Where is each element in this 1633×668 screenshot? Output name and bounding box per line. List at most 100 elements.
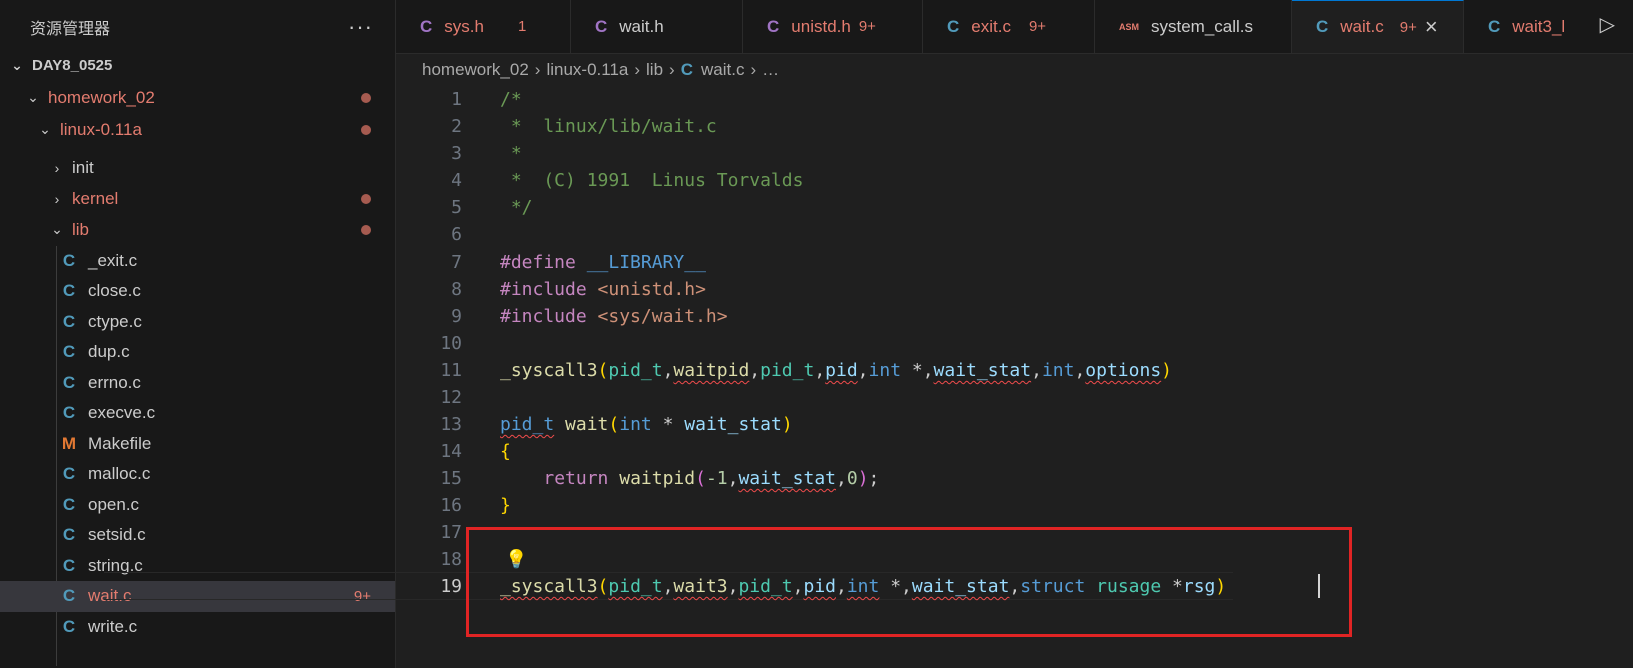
line-number: 19 — [440, 576, 462, 597]
line-number: 6 — [451, 224, 462, 245]
explorer-title: 资源管理器 — [30, 21, 111, 38]
file-item[interactable]: C _exit.c — [0, 245, 395, 276]
file-label: execve.c — [88, 403, 156, 422]
tab-problem-badge: 9+ — [858, 18, 876, 35]
tab-label: system_call.s — [1151, 16, 1254, 36]
close-icon[interactable]: × — [1425, 14, 1438, 40]
code-line-2: * linux/lib/wait.c — [500, 116, 717, 137]
c-file-icon: C — [62, 403, 76, 422]
modified-dot-icon — [361, 124, 371, 135]
file-item[interactable]: Csetsid.c — [0, 520, 395, 551]
c-file-icon: C — [62, 250, 76, 270]
explorer-header: 资源管理器 ··· — [0, 0, 395, 54]
breadcrumb-item[interactable]: wait.c — [701, 60, 744, 80]
line-number: 8 — [451, 279, 462, 300]
tree-folder-label: init — [72, 157, 94, 177]
tab-sys-h[interactable]: C sys.h 1 — [396, 0, 571, 53]
chevron-right-icon: › — [54, 190, 60, 207]
chevron-down-icon: ⌄ — [11, 57, 23, 73]
breadcrumb-item[interactable]: lib — [646, 60, 663, 80]
tree-folder-kernel[interactable]: › kernel — [0, 183, 395, 214]
file-item[interactable]: Copen.c — [0, 489, 395, 520]
line-number: 13 — [440, 414, 462, 435]
c-header-file-icon: C — [420, 16, 433, 36]
c-file-icon: C — [1488, 16, 1501, 36]
chevron-down-icon: ⌄ — [39, 121, 51, 137]
c-file-icon: C — [62, 281, 76, 300]
file-item[interactable]: M Makefile — [0, 428, 395, 459]
c-file-icon: C — [62, 372, 76, 392]
c-file-icon: C — [947, 16, 960, 36]
file-label: Makefile — [88, 433, 152, 453]
file-label: close.c — [88, 281, 141, 300]
code-line-7: #define __LIBRARY__ — [500, 252, 706, 273]
chevron-down-icon: ⌄ — [51, 221, 63, 237]
file-item[interactable]: Cexecve.c — [0, 398, 395, 429]
tree-folder-init[interactable]: › init — [0, 152, 395, 183]
code-line-14: { — [500, 441, 511, 462]
file-label: dup.c — [88, 342, 130, 361]
tab-label: wait.c — [1340, 17, 1384, 36]
breadcrumb-item[interactable]: linux-0.11a — [546, 60, 628, 80]
tab-problem-badge: 9+ — [1399, 18, 1417, 36]
line-number: 12 — [440, 387, 462, 408]
code-line-8: #include <unistd.h> — [500, 279, 706, 300]
file-item[interactable]: Cerrno.c — [0, 367, 395, 398]
line-number: 1 — [451, 89, 462, 110]
line-number: 9 — [451, 306, 462, 327]
chevron-down-icon: ⌄ — [27, 89, 39, 105]
file-item[interactable]: Cwrite.c — [0, 611, 395, 642]
tree-folder-label: homework_02 — [48, 87, 155, 107]
chevron-right-icon: › — [534, 60, 541, 79]
c-header-file-icon: C — [595, 16, 608, 36]
breadcrumb-item[interactable]: homework_02 — [422, 60, 529, 80]
modified-dot-icon — [361, 224, 371, 235]
c-file-icon: C — [62, 586, 76, 605]
modified-dot-icon — [361, 92, 371, 103]
breadcrumb-more[interactable]: … — [762, 60, 779, 80]
file-item[interactable]: Cdup.c — [0, 337, 395, 368]
c-file-icon: C — [62, 525, 76, 544]
tab-unistd-h[interactable]: C unistd.h 9+ — [743, 0, 923, 53]
c-header-file-icon: C — [767, 16, 780, 36]
code-line-9: #include <sys/wait.h> — [500, 306, 728, 327]
tree-folder-label: lib — [72, 219, 90, 239]
run-debug-icon[interactable]: ▷ — [1595, 12, 1619, 37]
code-line-13: pid_t wait(int * wait_stat) — [500, 414, 793, 435]
chevron-right-icon: › — [669, 60, 675, 79]
c-file-icon: C — [62, 494, 76, 514]
tree-folder-label: linux-0.11a — [60, 119, 142, 139]
line-number: 2 — [451, 116, 462, 137]
tree-folder-lib[interactable]: ⌄ lib — [0, 214, 395, 245]
code-line-3: * — [500, 143, 522, 164]
highlight-annotation-box — [466, 527, 1352, 637]
tab-exit-c[interactable]: C exit.c 9+ — [923, 0, 1095, 53]
file-label: ctype.c — [88, 311, 142, 331]
code-line-11: _syscall3(pid_t,waitpid,pid_t,pid,int *,… — [500, 360, 1172, 381]
line-number: 4 — [451, 170, 462, 191]
modified-dot-icon — [361, 193, 371, 204]
file-label: write.c — [88, 616, 138, 636]
line-number: 17 — [440, 522, 462, 543]
code-line-1: /* — [500, 89, 522, 110]
c-file-icon: C — [62, 311, 76, 331]
file-item[interactable]: Cctype.c — [0, 306, 395, 337]
chevron-right-icon: › — [54, 159, 60, 176]
chevron-right-icon: › — [750, 60, 757, 79]
chevron-right-icon: › — [634, 60, 641, 79]
asm-file-icon: ASM — [1119, 21, 1139, 32]
more-actions-button[interactable]: ··· — [348, 14, 373, 40]
c-file-icon: C — [62, 616, 76, 636]
tree-folder-linux[interactable]: ⌄ linux-0.11a — [0, 114, 395, 145]
tree-root-label: DAY8_0525 — [32, 57, 113, 74]
tab-wait-c[interactable]: C wait.c 9+ × — [1292, 0, 1464, 53]
line-number: 5 — [451, 197, 462, 218]
c-file-icon: C — [62, 555, 76, 575]
tree-folder-homework[interactable]: ⌄ homework_02 — [0, 82, 395, 113]
file-item[interactable]: Cmalloc.c — [0, 459, 395, 490]
file-label: _exit.c — [88, 250, 138, 270]
tab-system-call-s[interactable]: ASM system_call.s — [1095, 0, 1292, 53]
tab-wait-h[interactable]: C wait.h — [571, 0, 743, 53]
tree-root-day8[interactable]: ⌄ DAY8_0525 — [0, 50, 395, 81]
file-item[interactable]: Cclose.c — [0, 276, 395, 307]
